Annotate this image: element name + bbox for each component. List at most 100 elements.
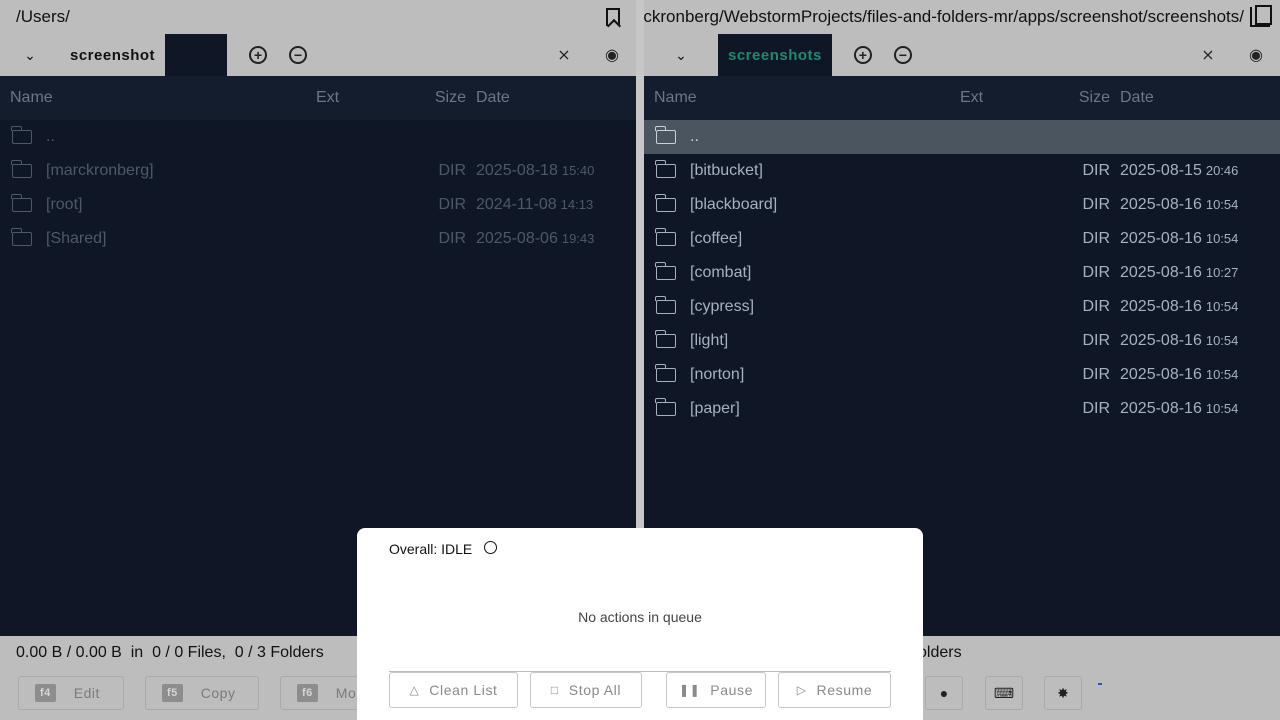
resume-label: Resume	[816, 682, 873, 698]
pause-label: Pause	[710, 682, 753, 698]
overall-status: Overall: IDLE	[389, 540, 498, 557]
bug-icon[interactable]: ✸	[1044, 676, 1082, 710]
item-size: DIR	[1082, 264, 1110, 281]
list-item[interactable]: [root] DIR 2024-11-08 14:13	[0, 188, 636, 222]
right-file-list: .. [bitbucket] DIR 2025-08-15 20:46 [blac…	[644, 120, 1280, 426]
right-path[interactable]: /Users/marckronberg/WebstormProjects/fil…	[644, 7, 1244, 27]
item-name: [coffee]	[690, 230, 743, 247]
item-date: 2025-08-16	[1120, 264, 1202, 281]
list-item[interactable]: [marckronberg] DIR 2025-08-18 15:40	[0, 154, 636, 188]
add-tab-icon[interactable]: +	[249, 46, 268, 64]
folder-icon	[655, 330, 676, 348]
stop-all-button[interactable]: □ Stop All	[530, 672, 642, 708]
status-summary-left: 0.00 B / 0.00 B in 0 / 0 Files, 0 / 3 Fo…	[16, 644, 324, 661]
play-icon: ▷	[796, 683, 807, 697]
filter-off-icon[interactable]: ⨯	[540, 45, 588, 65]
header-ext[interactable]: Ext	[960, 89, 1068, 107]
header-size[interactable]: Size	[424, 89, 476, 107]
folder-icon	[655, 160, 676, 178]
clean-list-button[interactable]: △ Clean List	[389, 672, 518, 708]
list-item[interactable]: [norton] DIR 2025-08-16 10:54	[644, 358, 1280, 392]
list-item[interactable]: [combat] DIR 2025-08-16 10:27	[644, 256, 1280, 290]
list-item-selected[interactable]: ..	[644, 120, 1280, 154]
overall-status-label: Overall: IDLE	[389, 541, 473, 557]
item-size: DIR	[438, 162, 466, 179]
item-date: 2025-08-18	[476, 162, 558, 179]
item-name: [cypress]	[690, 298, 755, 315]
fkey-label: Copy	[200, 685, 236, 701]
pause-button[interactable]: ❚❚ Pause	[666, 672, 766, 708]
remove-tab-icon[interactable]: −	[289, 46, 308, 64]
add-tab-icon[interactable]: +	[853, 46, 872, 64]
item-time: 15:40	[561, 163, 595, 178]
chevron-down-icon[interactable]: ⌄	[0, 47, 60, 64]
list-item[interactable]: [Shared] DIR 2025-08-06 19:43	[0, 222, 636, 256]
copy-button[interactable]: f5 Copy	[145, 676, 259, 710]
remove-tab-icon[interactable]: −	[893, 46, 912, 64]
hidden-files-icon[interactable]: ◉	[1232, 45, 1280, 65]
copy-path-icon[interactable]	[1250, 5, 1272, 27]
list-item[interactable]: [blackboard] DIR 2025-08-16 10:54	[644, 188, 1280, 222]
resume-button[interactable]: ▷ Resume	[778, 672, 891, 708]
item-size: DIR	[1082, 162, 1110, 179]
header-name[interactable]: Name	[0, 89, 316, 107]
folder-icon	[11, 126, 32, 144]
item-date: 2025-08-16	[1120, 400, 1202, 417]
item-time: 10:54	[1205, 231, 1239, 246]
item-size: DIR	[1082, 400, 1110, 417]
item-date: 2025-08-16	[1120, 298, 1202, 315]
item-name: ..	[690, 128, 699, 145]
palette-icon[interactable]: ●	[925, 676, 963, 710]
item-size: DIR	[1082, 298, 1110, 315]
header-date[interactable]: Date	[1120, 89, 1280, 107]
action-queue-dialog: Overall: IDLE No actions in queue △ Clea…	[357, 528, 923, 720]
tab-screenshot[interactable]: screenshot	[60, 34, 165, 76]
list-item[interactable]: ..	[0, 120, 636, 154]
list-item[interactable]: [bitbucket] DIR 2025-08-15 20:46	[644, 154, 1280, 188]
item-time: 10:54	[1205, 197, 1239, 212]
item-time: 10:54	[1205, 401, 1239, 416]
empty-queue-message: No actions in queue	[578, 609, 702, 625]
item-size: DIR	[1082, 332, 1110, 349]
filter-off-icon[interactable]: ⨯	[1184, 45, 1232, 65]
broom-icon: △	[409, 683, 420, 697]
item-name: [paper]	[690, 400, 740, 417]
header-size[interactable]: Size	[1068, 89, 1120, 107]
item-size: DIR	[438, 196, 466, 213]
folder-icon	[655, 228, 676, 246]
folder-icon	[655, 398, 676, 416]
left-file-list: .. [marckronberg] DIR 2025-08-18 15:40 [r…	[0, 120, 636, 256]
tab-active-blank[interactable]	[165, 34, 228, 76]
fkey-badge: f4	[35, 684, 56, 702]
folder-icon	[655, 194, 676, 212]
bookmark-icon[interactable]	[606, 8, 620, 26]
right-path-bar[interactable]: /Users/marckronberg/WebstormProjects/fil…	[644, 0, 1280, 34]
left-list-header: Name Ext Size Date	[0, 76, 636, 120]
list-item[interactable]: [paper] DIR 2025-08-16 10:54	[644, 392, 1280, 426]
item-name: ..	[46, 128, 55, 145]
list-item[interactable]: [light] DIR 2025-08-16 10:54	[644, 324, 1280, 358]
chevron-down-icon[interactable]: ⌄	[644, 47, 718, 64]
list-item[interactable]: [cypress] DIR 2025-08-16 10:54	[644, 290, 1280, 324]
item-size: DIR	[1082, 366, 1110, 383]
folder-icon	[655, 296, 676, 314]
header-ext[interactable]: Ext	[316, 89, 424, 107]
header-name[interactable]: Name	[644, 89, 960, 107]
status-summary-right: olders	[918, 644, 962, 661]
item-name: [bitbucket]	[690, 162, 763, 179]
folder-icon	[655, 262, 676, 280]
item-time: 20:46	[1205, 163, 1239, 178]
list-item[interactable]: [coffee] DIR 2025-08-16 10:54	[644, 222, 1280, 256]
left-path[interactable]: /Users/	[16, 7, 590, 27]
tab-screenshots[interactable]: screenshots	[718, 34, 832, 76]
keyboard-icon[interactable]: ⌨	[985, 676, 1023, 710]
item-date: 2025-08-15	[1120, 162, 1202, 179]
item-date: 2024-11-08	[476, 196, 557, 213]
edit-button[interactable]: f4 Edit	[18, 676, 124, 710]
hidden-files-icon[interactable]: ◉	[588, 45, 636, 65]
item-date: 2025-08-16	[1120, 332, 1202, 349]
left-path-bar[interactable]: /Users/	[0, 0, 636, 34]
item-name: [Shared]	[46, 230, 107, 247]
fkey-label: Edit	[73, 685, 100, 701]
header-date[interactable]: Date	[476, 89, 636, 107]
